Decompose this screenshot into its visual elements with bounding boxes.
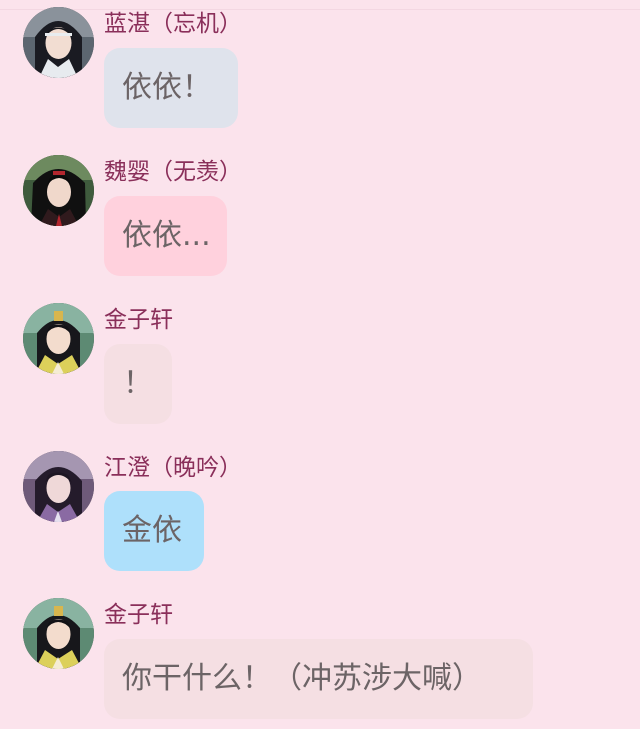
sender-name: 金子轩	[104, 307, 173, 333]
message-bubble[interactable]: 依依！	[104, 48, 238, 128]
sender-name: 江澄（晚吟）	[104, 455, 242, 481]
avatar[interactable]	[23, 7, 94, 78]
sender-name: 金子轩	[104, 602, 173, 628]
avatar[interactable]	[23, 451, 94, 522]
jin-zixuan-avatar-icon	[23, 303, 94, 374]
sender-name: 蓝湛（忘机）	[104, 11, 242, 37]
wei-ying-avatar-icon	[23, 155, 94, 226]
jiang-cheng-avatar-icon	[23, 451, 94, 522]
avatar[interactable]	[23, 155, 94, 226]
avatar[interactable]	[23, 303, 94, 374]
avatar[interactable]	[23, 598, 94, 669]
message-bubble[interactable]: 你干什么！（冲苏涉大喊）	[104, 639, 533, 719]
sender-name: 魏婴（无羡）	[104, 159, 242, 185]
message-bubble[interactable]: 金依	[104, 491, 204, 571]
jin-zixuan-avatar-icon	[23, 598, 94, 669]
message-bubble[interactable]: ！	[104, 344, 172, 424]
chat-log: 蓝湛（忘机） 依依！ 魏婴（无羡） 依依... 金子轩 ！ 江澄（晚吟） 金依 …	[0, 0, 640, 729]
lan-zhan-avatar-icon	[23, 7, 94, 78]
message-bubble[interactable]: 依依...	[104, 196, 227, 276]
